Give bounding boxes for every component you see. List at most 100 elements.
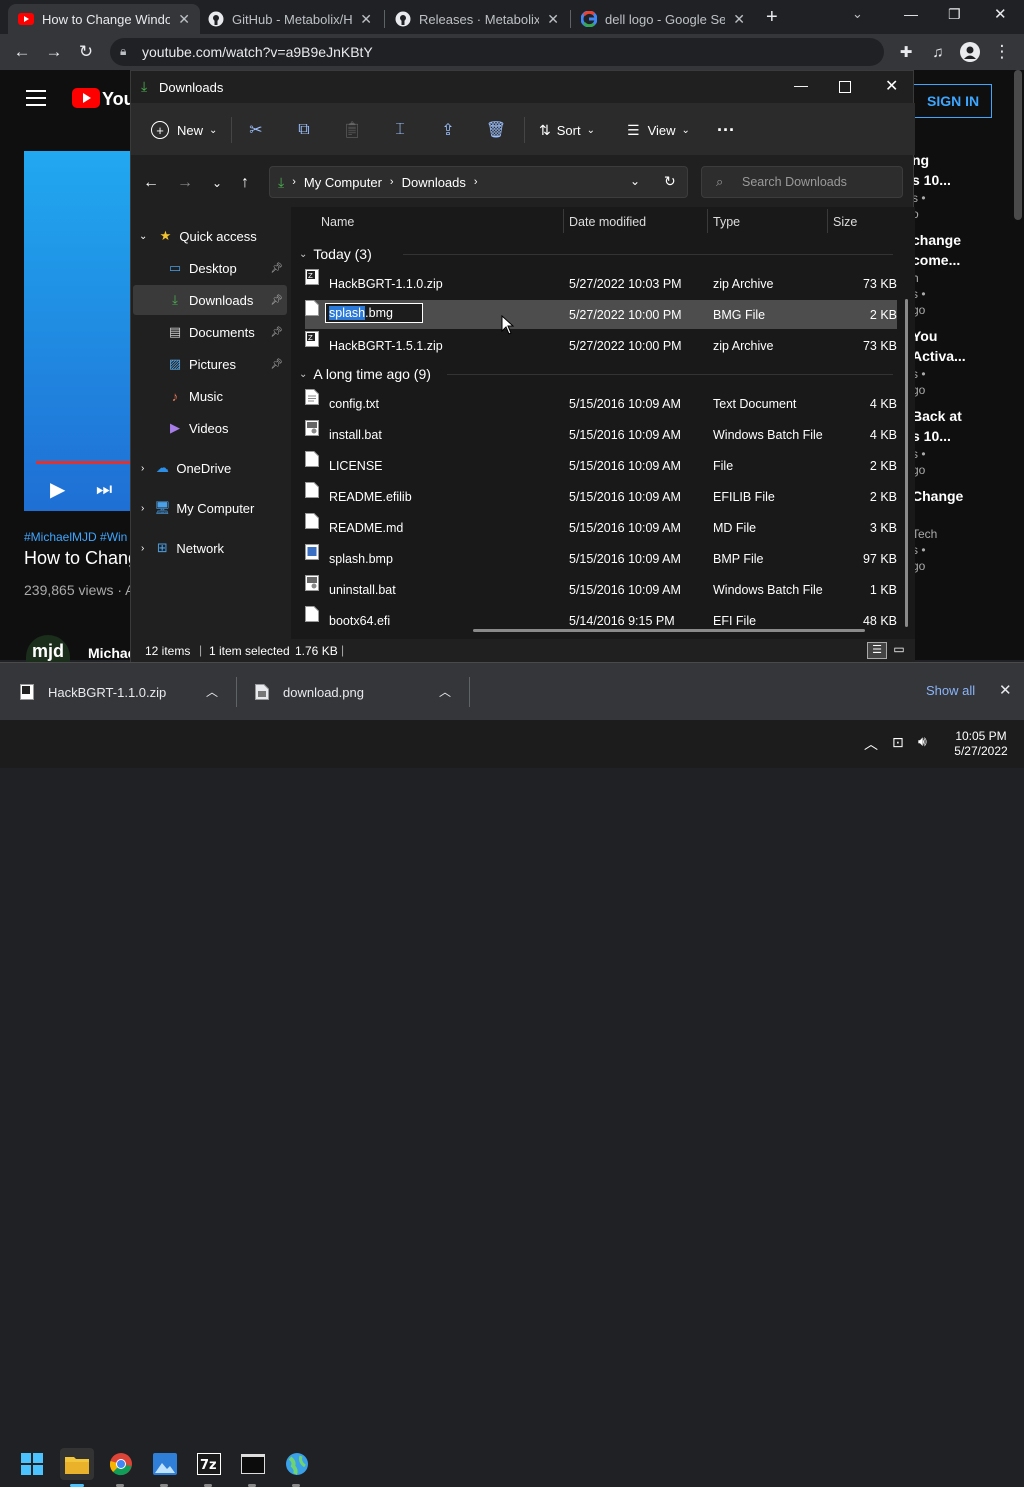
chevron-down-icon[interactable]: ⌄ — [139, 231, 147, 242]
copy-icon[interactable]: ⧉ — [291, 117, 317, 143]
close-shelf-icon[interactable]: ✕ — [999, 681, 1012, 699]
download-item[interactable]: download.png ︿ — [237, 663, 469, 721]
new-button[interactable]: + New ⌄ — [151, 117, 217, 143]
tab-search-icon[interactable]: ⌄ — [852, 6, 863, 22]
youtube-logo-icon[interactable]: You — [72, 88, 135, 115]
sort-button[interactable]: ⇅ Sort ⌄ — [539, 117, 595, 143]
close-tab-icon[interactable]: ✕ — [360, 11, 372, 28]
file-explorer-taskbar-icon[interactable] — [60, 1448, 94, 1480]
breadcrumb-chevron-icon[interactable]: › — [292, 176, 296, 188]
play-icon[interactable]: ▶ — [50, 477, 65, 502]
video-player[interactable]: ▶ ⏭︎ — [24, 151, 130, 511]
breadcrumb-downloads[interactable]: Downloads — [402, 175, 466, 190]
column-type[interactable]: Type — [713, 215, 740, 229]
browser-tab[interactable]: dell logo - Google Sea ✕ — [571, 4, 755, 34]
nav-pictures[interactable]: ▨ Pictures 📌︎ — [133, 349, 287, 379]
file-row[interactable]: config.txt 5/15/2016 10:09 AM Text Docum… — [305, 389, 897, 418]
search-input[interactable]: ⌕ Search Downloads — [701, 166, 903, 198]
column-size[interactable]: Size — [833, 215, 857, 229]
chrome-taskbar-icon[interactable] — [104, 1448, 138, 1480]
close-tab-icon[interactable]: ✕ — [547, 11, 559, 28]
group-header-long-ago[interactable]: ⌄ A long time ago (9) — [299, 363, 431, 385]
clock[interactable]: 10:05 PM 5/27/2022 — [948, 729, 1014, 759]
file-row-selected[interactable]: splash .bmg 5/27/2022 10:00 PM BMG File 2… — [305, 300, 897, 329]
more-options-button[interactable]: ··· — [717, 117, 735, 143]
file-row[interactable]: install.bat 5/15/2016 10:09 AM Windows B… — [305, 420, 897, 449]
nav-desktop[interactable]: ▭ Desktop 📌︎ — [133, 253, 287, 283]
start-menu-icon[interactable] — [15, 1448, 49, 1480]
close-button[interactable]: ✕ — [885, 76, 898, 96]
globe-app-taskbar-icon[interactable] — [280, 1448, 314, 1480]
cut-icon[interactable]: ✂ — [243, 117, 269, 143]
breadcrumb-chevron-icon[interactable]: › — [474, 176, 478, 188]
explorer-titlebar[interactable]: ⤓ Downloads — ✕ — [131, 71, 915, 103]
column-date-modified[interactable]: Date modified — [569, 215, 646, 229]
profile-avatar-icon[interactable] — [958, 40, 982, 64]
maximize-button[interactable] — [839, 81, 851, 93]
column-name[interactable]: Name — [321, 215, 354, 229]
channel-name[interactable]: Michae — [88, 645, 135, 661]
chevron-up-icon[interactable]: ︿ — [439, 683, 451, 700]
volume-icon[interactable]: 🔊︎ — [918, 733, 927, 750]
chevron-right-icon[interactable]: › — [141, 503, 144, 514]
page-scrollbar[interactable] — [1014, 70, 1022, 220]
address-bar[interactable]: 🔒︎ youtube.com/watch?v=a9B9eJnKBtY — [110, 38, 884, 66]
7zip-taskbar-icon[interactable]: 7z — [192, 1448, 226, 1480]
file-row[interactable]: Z HackBGRT-1.5.1.zip 5/27/2022 10:00 PM … — [305, 331, 897, 360]
chevron-right-icon[interactable]: › — [141, 543, 144, 554]
video-progress-bar[interactable] — [36, 461, 130, 464]
minimize-button[interactable]: — — [794, 77, 808, 93]
nav-downloads[interactable]: ⤓ Downloads 📌︎ — [133, 285, 287, 315]
video-hashtags[interactable]: #MichaelMJD #Win — [24, 530, 127, 544]
chevron-up-icon[interactable]: ︿ — [864, 734, 878, 754]
hamburger-menu-icon[interactable] — [26, 90, 46, 106]
show-all-downloads-link[interactable]: Show all — [926, 683, 975, 698]
address-history-icon[interactable]: ⌄ — [630, 174, 640, 188]
nav-quick-access[interactable]: ⌄ ★ Quick access — [133, 221, 287, 251]
browser-tab[interactable]: How to Change Windo ✕ — [8, 4, 200, 34]
browser-tab[interactable]: GitHub - Metabolix/Ha ✕ — [198, 4, 382, 34]
share-icon[interactable]: ⇪ — [435, 117, 461, 143]
download-item[interactable]: HackBGRT-1.1.0.zip ︿ — [0, 663, 236, 721]
rename-icon[interactable]: ⌶ — [387, 117, 413, 143]
media-control-icon[interactable]: ♫ — [926, 40, 950, 64]
url-text[interactable]: youtube.com/watch?v=a9B9eJnKBtY — [142, 44, 373, 60]
file-row[interactable]: Z HackBGRT-1.1.0.zip 5/27/2022 10:03 PM … — [305, 269, 897, 298]
reload-icon[interactable]: ↻ — [74, 40, 98, 64]
refresh-icon[interactable]: ↻ — [664, 173, 676, 190]
recommendations-sidebar[interactable]: ng s 10... s • o change come... h s • go Y… — [912, 150, 972, 574]
close-browser-button[interactable]: ✕ — [994, 5, 1007, 23]
breadcrumb-my-computer[interactable]: My Computer — [304, 175, 382, 190]
nav-documents[interactable]: ▤ Documents 📌︎ — [133, 317, 287, 347]
close-tab-icon[interactable]: ✕ — [178, 11, 190, 28]
browser-tab[interactable]: Releases · Metabolix/H ✕ — [385, 4, 569, 34]
details-view-icon[interactable]: ☰ — [867, 642, 887, 659]
up-arrow-icon[interactable]: ↑ — [233, 171, 257, 195]
photos-taskbar-icon[interactable] — [148, 1448, 182, 1480]
forward-arrow-icon[interactable]: → — [173, 171, 197, 195]
horizontal-scrollbar[interactable] — [473, 629, 865, 632]
back-arrow-icon[interactable]: ← — [139, 171, 163, 195]
nav-music[interactable]: ♪ Music — [133, 381, 287, 411]
extensions-icon[interactable]: ✚ — [894, 40, 918, 64]
chevron-right-icon[interactable]: › — [141, 463, 144, 474]
file-row[interactable]: LICENSE 5/15/2016 10:09 AM File 2 KB — [305, 451, 897, 480]
chrome-menu-icon[interactable]: ⋮ — [990, 40, 1014, 64]
delete-icon[interactable]: 🗑︎ — [483, 117, 509, 143]
minimize-browser-button[interactable]: — — [904, 6, 918, 22]
nav-onedrive[interactable]: › ☁ OneDrive — [133, 453, 287, 483]
chevron-up-icon[interactable]: ︿ — [206, 683, 218, 700]
nav-videos[interactable]: ▶ Videos — [133, 413, 287, 443]
new-tab-button[interactable]: + — [766, 6, 778, 29]
close-tab-icon[interactable]: ✕ — [733, 11, 745, 28]
forward-arrow-icon[interactable]: → — [42, 40, 66, 64]
view-button[interactable]: ☰ View ⌄ — [627, 117, 690, 143]
paste-icon[interactable]: 📋︎ — [339, 117, 365, 143]
file-row[interactable]: splash.bmp 5/15/2016 10:09 AM BMP File 9… — [305, 544, 897, 573]
tiles-view-icon[interactable]: ▭ — [891, 642, 907, 659]
next-icon[interactable]: ⏭︎ — [96, 479, 112, 500]
file-row[interactable]: README.md 5/15/2016 10:09 AM MD File 3 K… — [305, 513, 897, 542]
vertical-scrollbar[interactable] — [905, 299, 908, 627]
nav-my-computer[interactable]: › 🖥︎ My Computer — [133, 493, 287, 523]
network-status-icon[interactable]: ⊡ — [892, 734, 904, 751]
